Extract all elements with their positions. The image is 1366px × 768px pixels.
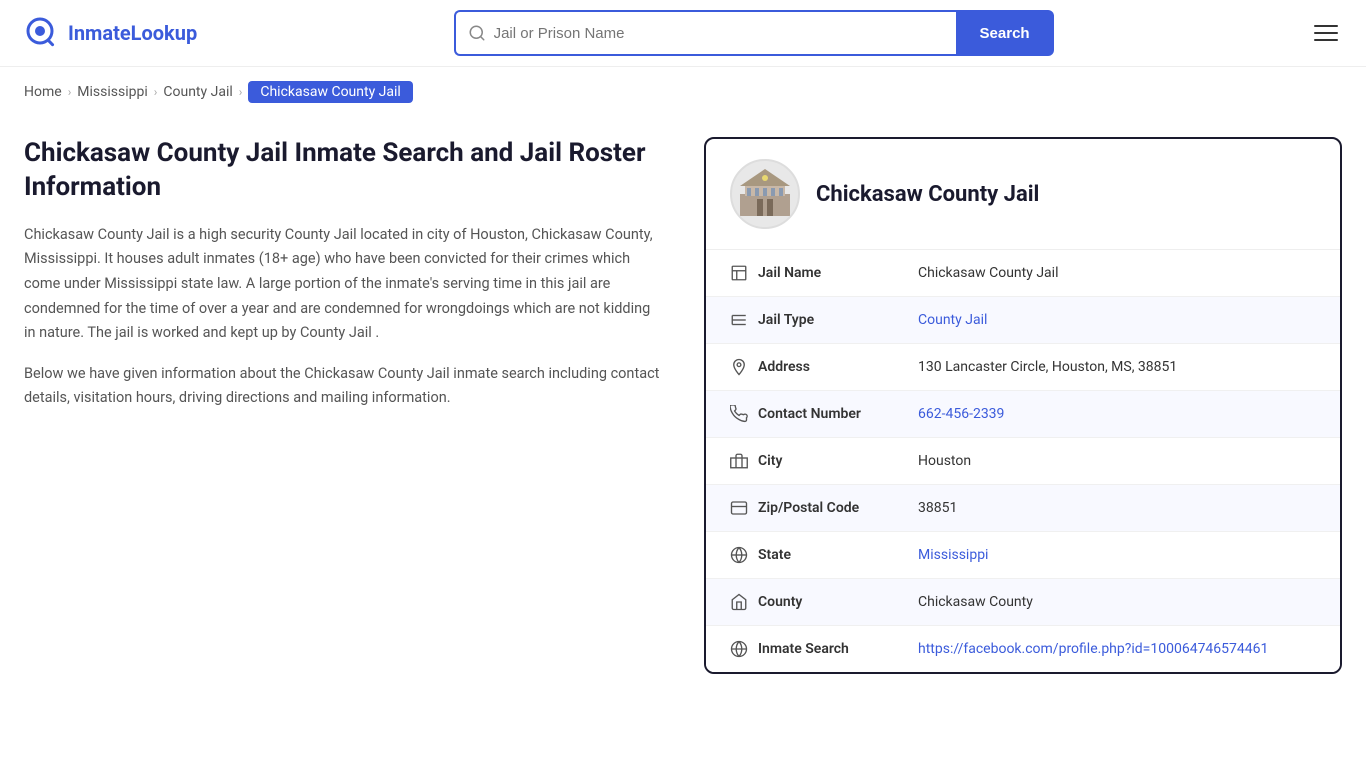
search-area: Search <box>454 10 1054 56</box>
logo-icon <box>24 15 60 51</box>
state-value: Mississippi <box>918 547 988 563</box>
breadcrumb-current: Chickasaw County Jail <box>248 81 412 103</box>
menu-line-3 <box>1314 39 1338 41</box>
jail-type-label: Jail Type <box>758 312 918 328</box>
courthouse-image <box>735 164 795 224</box>
address-icon <box>730 358 758 376</box>
info-card: Chickasaw County Jail Jail Name Chickasa… <box>704 137 1342 674</box>
type-icon <box>730 311 758 329</box>
description-paragraph-2: Below we have given information about th… <box>24 362 664 411</box>
inmate-search-link[interactable]: https://facebook.com/profile.php?id=1000… <box>918 641 1268 657</box>
info-row-jail-type: Jail Type County Jail <box>706 297 1340 344</box>
hamburger-menu-button[interactable] <box>1310 21 1342 45</box>
info-row-contact: Contact Number 662-456-2339 <box>706 391 1340 438</box>
contact-link[interactable]: 662-456-2339 <box>918 406 1004 422</box>
info-row-jail-name: Jail Name Chickasaw County Jail <box>706 250 1340 297</box>
address-value: 130 Lancaster Circle, Houston, MS, 38851 <box>918 359 1177 375</box>
left-panel: Chickasaw County Jail Inmate Search and … <box>24 137 664 427</box>
breadcrumb: Home › Mississippi › County Jail › Chick… <box>0 67 1366 117</box>
search-icon <box>468 24 486 42</box>
zip-value: 38851 <box>918 500 957 516</box>
breadcrumb-home[interactable]: Home <box>24 84 62 100</box>
info-row-county: County Chickasaw County <box>706 579 1340 626</box>
phone-icon <box>730 405 758 423</box>
breadcrumb-county-jail[interactable]: County Jail <box>163 84 232 100</box>
main-content: Chickasaw County Jail Inmate Search and … <box>0 117 1366 714</box>
info-row-address: Address 130 Lancaster Circle, Houston, M… <box>706 344 1340 391</box>
info-table: Jail Name Chickasaw County Jail Jail Typ… <box>706 250 1340 672</box>
zip-icon <box>730 499 758 517</box>
inmate-search-label: Inmate Search <box>758 641 918 657</box>
info-card-header: Chickasaw County Jail <box>706 139 1340 250</box>
jail-type-link[interactable]: County Jail <box>918 312 987 328</box>
info-row-inmate-search: Inmate Search https://facebook.com/profi… <box>706 626 1340 672</box>
separator-2: › <box>154 85 158 99</box>
city-value: Houston <box>918 453 971 469</box>
county-value: Chickasaw County <box>918 594 1033 610</box>
inmate-search-value: https://facebook.com/profile.php?id=1000… <box>918 641 1268 657</box>
city-label: City <box>758 453 918 469</box>
menu-line-1 <box>1314 25 1338 27</box>
jail-name-value: Chickasaw County Jail <box>918 265 1058 281</box>
info-card-title: Chickasaw County Jail <box>816 182 1039 207</box>
search-input[interactable] <box>494 25 944 42</box>
jail-name-label: Jail Name <box>758 265 918 281</box>
page-heading: Chickasaw County Jail Inmate Search and … <box>24 137 664 205</box>
separator-1: › <box>68 85 72 99</box>
jail-avatar <box>730 159 800 229</box>
address-label: Address <box>758 359 918 375</box>
county-icon <box>730 593 758 611</box>
contact-value: 662-456-2339 <box>918 406 1004 422</box>
search-wrapper <box>454 10 956 56</box>
state-link[interactable]: Mississippi <box>918 547 988 563</box>
jail-type-value: County Jail <box>918 312 987 328</box>
city-icon <box>730 452 758 470</box>
separator-3: › <box>239 85 243 99</box>
county-label: County <box>758 594 918 610</box>
contact-label: Contact Number <box>758 406 918 422</box>
header: InmateLookup Search <box>0 0 1366 67</box>
breadcrumb-mississippi[interactable]: Mississippi <box>77 84 147 100</box>
info-row-city: City Houston <box>706 438 1340 485</box>
jail-icon <box>730 264 758 282</box>
description-paragraph-1: Chickasaw County Jail is a high security… <box>24 223 664 346</box>
state-label: State <box>758 547 918 563</box>
zip-label: Zip/Postal Code <box>758 500 918 516</box>
menu-line-2 <box>1314 32 1338 34</box>
info-row-zip: Zip/Postal Code 38851 <box>706 485 1340 532</box>
logo-link[interactable]: InmateLookup <box>24 15 197 51</box>
search-button[interactable]: Search <box>956 10 1054 56</box>
logo-text: InmateLookup <box>68 21 197 45</box>
inmate-search-icon <box>730 640 758 658</box>
info-row-state: State Mississippi <box>706 532 1340 579</box>
state-icon <box>730 546 758 564</box>
